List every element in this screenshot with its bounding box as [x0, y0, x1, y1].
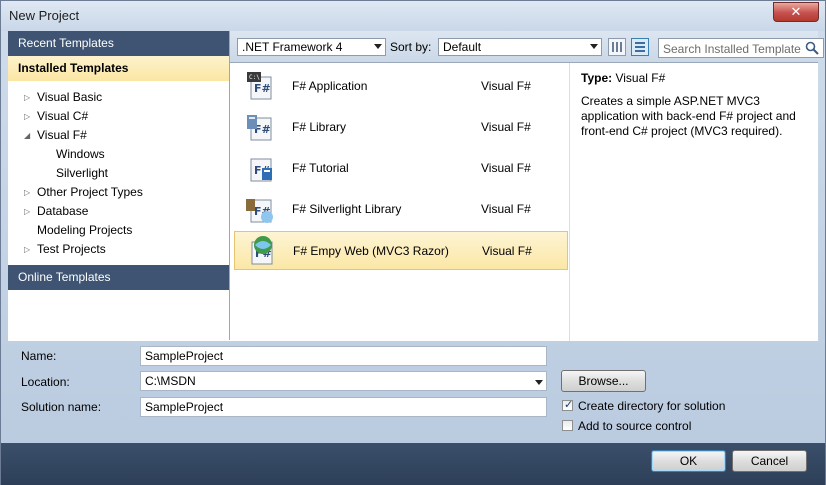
- template-row[interactable]: F# F# Empy Web (MVC3 Razor) Visual F#: [234, 231, 568, 270]
- template-tree: ▷ Visual Basic ▷ Visual C# ◢ Visual F# Windows…: [8, 88, 229, 259]
- template-row[interactable]: F# C:\ F# Application Visual F#: [234, 67, 568, 106]
- close-button[interactable]: ✕: [773, 2, 819, 22]
- ok-button[interactable]: OK: [651, 450, 726, 472]
- location-field[interactable]: [140, 371, 547, 391]
- browse-button[interactable]: Browse...: [561, 370, 646, 392]
- template-language: Visual F#: [481, 79, 531, 93]
- window-title: New Project: [9, 8, 80, 23]
- name-field[interactable]: [140, 346, 547, 366]
- tree-item-label: Visual C#: [37, 109, 89, 123]
- tree-item-label: Visual Basic: [37, 90, 103, 104]
- tree-item-label: Visual F#: [37, 128, 87, 142]
- template-row[interactable]: F# F# Library Visual F#: [234, 108, 568, 147]
- recent-templates-header[interactable]: Recent Templates: [8, 31, 229, 56]
- fsharp-tutorial-icon: F#: [250, 158, 272, 182]
- sort-by-select[interactable]: Default: [438, 38, 602, 56]
- cancel-button[interactable]: Cancel: [732, 450, 807, 472]
- tree-item-label: Silverlight: [56, 166, 109, 180]
- checkbox-box[interactable]: [562, 420, 573, 431]
- svg-text:C:\: C:\: [249, 74, 260, 81]
- tree-item[interactable]: ◢ Visual F#: [8, 126, 229, 145]
- template-toolbar: .NET Framework 4 Sort by: Default: [230, 31, 824, 63]
- search-box: [658, 38, 824, 59]
- details-view-button[interactable]: [631, 38, 649, 56]
- location-label: Location:: [21, 375, 70, 389]
- tree-item[interactable]: ▷ Database: [8, 202, 229, 221]
- template-language: Visual F#: [481, 161, 531, 175]
- template-description: Creates a simple ASP.NET MVC3 applicatio…: [581, 94, 796, 138]
- new-project-dialog: New Project ✕ Recent Templates Installed…: [0, 0, 826, 485]
- framework-select[interactable]: .NET Framework 4: [237, 38, 386, 56]
- collapsed-arrow-icon[interactable]: ▷: [24, 240, 34, 259]
- expanded-arrow-icon[interactable]: ◢: [24, 126, 34, 145]
- small-icons-view-button[interactable]: [608, 38, 626, 56]
- fsharp-application-icon: F#C:\: [247, 72, 272, 100]
- tree-item[interactable]: ▷ Visual Basic: [8, 88, 229, 107]
- dialog-content: Recent Templates Installed Templates ▷ Vi…: [8, 31, 824, 341]
- template-type: Type: Visual F#: [581, 71, 665, 85]
- collapsed-arrow-icon[interactable]: ▷: [24, 183, 34, 202]
- create-directory-label: Create directory for solution: [578, 399, 726, 413]
- template-language: Visual F#: [481, 120, 531, 134]
- chevron-down-icon[interactable]: [535, 380, 543, 385]
- fsharp-web-icon: F#: [251, 236, 273, 265]
- template-row[interactable]: F# F# Tutorial Visual F#: [234, 149, 568, 188]
- tree-item[interactable]: Modeling Projects: [8, 221, 229, 240]
- online-templates-header[interactable]: Online Templates: [8, 265, 229, 290]
- fsharp-silverlight-library-icon: F#: [246, 199, 273, 223]
- installed-templates-header[interactable]: Installed Templates: [8, 56, 229, 81]
- chevron-down-icon: [374, 44, 382, 49]
- close-icon: ✕: [790, 4, 802, 19]
- fsharp-library-icon: F#: [247, 115, 272, 141]
- tree-item[interactable]: ▷ Test Projects: [8, 240, 229, 259]
- sort-by-label: Sort by:: [390, 40, 432, 54]
- list-view-icon: [635, 42, 645, 52]
- tree-item-label: Test Projects: [37, 242, 106, 256]
- dialog-footer: OK Cancel: [1, 443, 825, 485]
- grid-view-icon: [612, 42, 622, 52]
- tree-item-label: Windows: [56, 147, 105, 161]
- template-list: F# C:\ F# Application Visual F# F# F# Library…: [230, 63, 569, 341]
- sort-by-select-value: Default: [443, 40, 482, 54]
- collapsed-arrow-icon[interactable]: ▷: [24, 107, 34, 126]
- title-bar[interactable]: New Project ✕: [1, 1, 825, 31]
- template-type-label: Type:: [581, 71, 613, 85]
- tree-item[interactable]: Silverlight: [8, 164, 229, 183]
- tree-item[interactable]: ▷ Other Project Types: [8, 183, 229, 202]
- add-source-control-label: Add to source control: [578, 419, 692, 433]
- chevron-down-icon: [590, 44, 598, 49]
- search-input[interactable]: [659, 39, 807, 59]
- template-name: F# Tutorial: [292, 161, 349, 175]
- template-name: F# Empy Web (MVC3 Razor): [293, 244, 449, 258]
- tree-item-label: Other Project Types: [37, 185, 143, 199]
- framework-select-value: .NET Framework 4: [242, 40, 343, 54]
- search-icon[interactable]: [805, 41, 819, 55]
- template-type-value: Visual F#: [615, 71, 666, 85]
- solution-name-field[interactable]: [140, 397, 547, 417]
- solution-name-label: Solution name:: [21, 400, 102, 414]
- template-name: F# Library: [292, 120, 347, 134]
- collapsed-arrow-icon[interactable]: ▷: [24, 88, 34, 107]
- template-row[interactable]: F# F# Silverlight Library Visual F#: [234, 190, 568, 229]
- template-info-pane: Type: Visual F# Creates a simple ASP.NET…: [570, 63, 818, 341]
- tree-item[interactable]: Windows: [8, 145, 229, 164]
- template-categories-pane: Recent Templates Installed Templates ▷ Vi…: [8, 31, 230, 340]
- checkbox-box[interactable]: ✓: [562, 399, 574, 411]
- collapsed-arrow-icon[interactable]: ▷: [24, 202, 34, 221]
- template-language: Visual F#: [482, 244, 532, 258]
- template-name: F# Application: [292, 79, 368, 93]
- template-name: F# Silverlight Library: [292, 202, 402, 216]
- name-label: Name:: [21, 349, 57, 363]
- template-language: Visual F#: [481, 202, 531, 216]
- tree-item-label: Modeling Projects: [37, 223, 133, 237]
- checkmark-icon: ✓: [564, 399, 574, 411]
- tree-item-label: Database: [37, 204, 89, 218]
- svg-text:F#: F#: [254, 82, 271, 95]
- tree-item[interactable]: ▷ Visual C#: [8, 107, 229, 126]
